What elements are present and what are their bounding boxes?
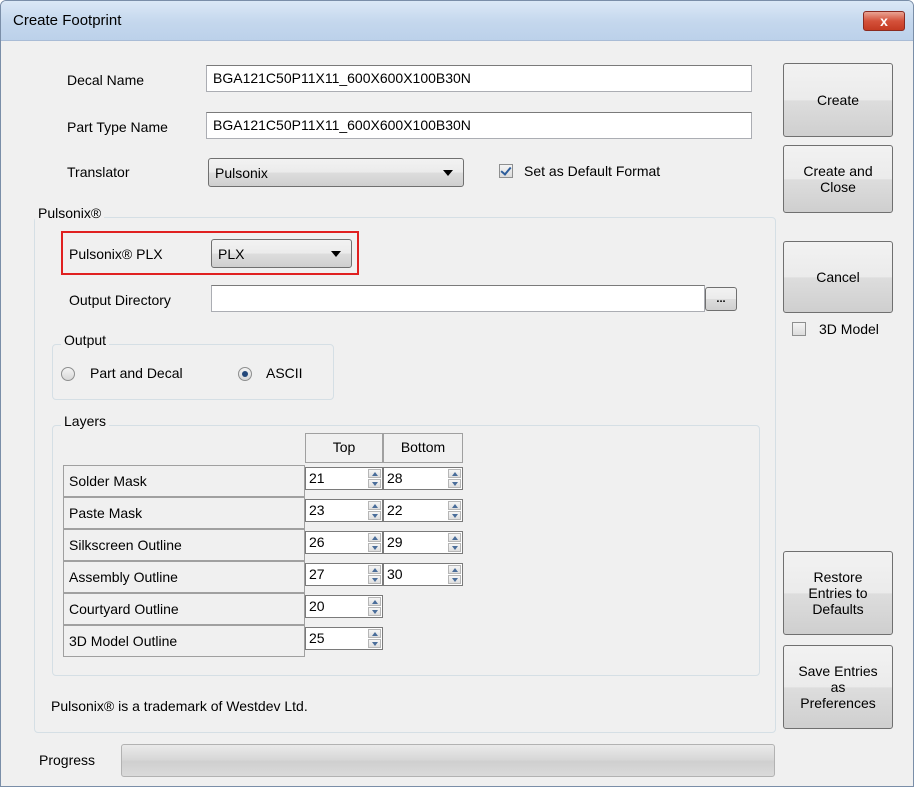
close-icon: x <box>880 13 888 29</box>
spin-down-icon[interactable] <box>448 575 461 584</box>
spin-up-icon[interactable] <box>368 629 381 638</box>
default-format-label: Set as Default Format <box>524 163 661 179</box>
restore-defaults-button[interactable]: Restore Entries to Defaults <box>783 551 893 635</box>
layer-row-name: 3D Model Outline <box>63 625 305 657</box>
output-directory-input[interactable] <box>211 285 705 312</box>
decal-name-label: Decal Name <box>67 72 145 88</box>
spin-up-icon[interactable] <box>368 597 381 606</box>
translator-selected-value: Pulsonix <box>215 165 268 181</box>
create-footprint-dialog: Create Footprint x Decal Name BGA121C50P… <box>0 0 914 787</box>
model-3d-label: 3D Model <box>819 321 879 337</box>
spin-up-icon[interactable] <box>448 533 461 542</box>
spin-up-icon[interactable] <box>448 469 461 478</box>
close-button[interactable]: x <box>863 11 905 31</box>
model-3d-checkbox[interactable] <box>792 322 806 336</box>
plx-format-select[interactable]: PLX <box>211 239 352 268</box>
window-title: Create Footprint <box>13 12 122 29</box>
layer-row-name: Solder Mask <box>63 465 305 497</box>
part-type-name-input[interactable]: BGA121C50P11X11_600X600X100B30N <box>206 112 752 139</box>
translator-select[interactable]: Pulsonix <box>208 158 464 187</box>
create-button[interactable]: Create <box>783 63 893 137</box>
plx-format-selected-value: PLX <box>218 246 245 262</box>
spinner-value: 28 <box>387 470 403 486</box>
trademark-note: Pulsonix® is a trademark of Westdev Ltd. <box>51 698 308 714</box>
spinner-value: 21 <box>309 470 325 486</box>
layer-row-name: Courtyard Outline <box>63 593 305 625</box>
save-preferences-button[interactable]: Save Entries as Preferences <box>783 645 893 729</box>
layers-group-caption: Layers <box>61 413 110 429</box>
output-group-caption: Output <box>61 332 110 348</box>
spin-down-icon[interactable] <box>368 607 381 616</box>
spin-down-icon[interactable] <box>368 479 381 488</box>
layers-column-bottom: Bottom <box>383 433 463 463</box>
layer-top-spinner[interactable]: 25 <box>305 627 383 650</box>
layers-column-top: Top <box>305 433 383 463</box>
spinner-value: 27 <box>309 566 325 582</box>
ascii-radio[interactable] <box>238 367 252 381</box>
layer-row-name: Paste Mask <box>63 497 305 529</box>
title-bar[interactable]: Create Footprint x <box>1 1 913 41</box>
layer-bottom-spinner[interactable]: 22 <box>383 499 463 522</box>
chevron-down-icon <box>331 251 341 257</box>
spin-down-icon[interactable] <box>368 543 381 552</box>
spin-up-icon[interactable] <box>448 565 461 574</box>
spin-up-icon[interactable] <box>368 565 381 574</box>
layer-top-spinner[interactable]: 27 <box>305 563 383 586</box>
spinner-value: 20 <box>309 598 325 614</box>
layer-top-spinner[interactable]: 23 <box>305 499 383 522</box>
spinner-value: 30 <box>387 566 403 582</box>
cancel-button[interactable]: Cancel <box>783 241 893 313</box>
spin-up-icon[interactable] <box>448 501 461 510</box>
spinner-value: 29 <box>387 534 403 550</box>
part-and-decal-radio[interactable] <box>61 367 75 381</box>
layer-top-spinner[interactable]: 21 <box>305 467 383 490</box>
spin-up-icon[interactable] <box>368 469 381 478</box>
spin-down-icon[interactable] <box>448 479 461 488</box>
output-directory-label: Output Directory <box>69 292 171 308</box>
spin-up-icon[interactable] <box>368 533 381 542</box>
layer-top-spinner[interactable]: 20 <box>305 595 383 618</box>
layer-bottom-spinner[interactable]: 30 <box>383 563 463 586</box>
spin-up-icon[interactable] <box>368 501 381 510</box>
progress-bar <box>121 744 775 777</box>
spinner-value: 26 <box>309 534 325 550</box>
spin-down-icon[interactable] <box>368 575 381 584</box>
decal-name-input[interactable]: BGA121C50P11X11_600X600X100B30N <box>206 65 752 92</box>
create-and-close-button[interactable]: Create and Close <box>783 145 893 213</box>
default-format-checkbox[interactable] <box>499 164 513 178</box>
spin-down-icon[interactable] <box>368 511 381 520</box>
spin-down-icon[interactable] <box>368 639 381 648</box>
spin-down-icon[interactable] <box>448 543 461 552</box>
layer-row-name: Silkscreen Outline <box>63 529 305 561</box>
spinner-value: 23 <box>309 502 325 518</box>
browse-directory-button[interactable]: ... <box>705 287 737 311</box>
ascii-label: ASCII <box>266 365 303 381</box>
part-type-name-label: Part Type Name <box>67 119 168 135</box>
layer-row-name: Assembly Outline <box>63 561 305 593</box>
pulsonix-group-caption: Pulsonix® <box>35 205 105 221</box>
chevron-down-icon <box>443 170 453 176</box>
spinner-value: 22 <box>387 502 403 518</box>
layer-bottom-spinner[interactable]: 29 <box>383 531 463 554</box>
translator-label: Translator <box>67 164 130 180</box>
part-and-decal-label: Part and Decal <box>90 365 183 381</box>
layer-bottom-spinner[interactable]: 28 <box>383 467 463 490</box>
progress-label: Progress <box>39 752 96 768</box>
layer-top-spinner[interactable]: 26 <box>305 531 383 554</box>
spinner-value: 25 <box>309 630 325 646</box>
spin-down-icon[interactable] <box>448 511 461 520</box>
plx-format-label: Pulsonix® PLX <box>69 246 163 262</box>
